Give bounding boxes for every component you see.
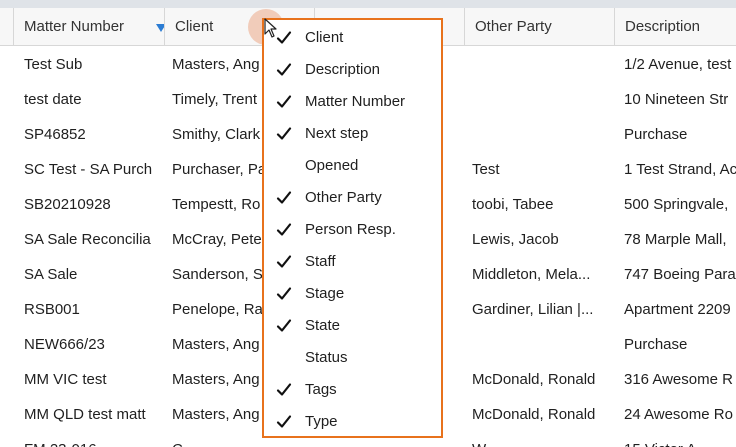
checkmark-icon (276, 63, 292, 76)
cell-matter-number: test date (24, 91, 82, 108)
menu-item-label: Person Resp. (305, 221, 396, 238)
cell-other-party: Gardiner, Lilian |... (472, 301, 594, 318)
checkmark-icon (276, 223, 292, 236)
cell-matter-number: SA Sale (24, 266, 78, 283)
cell-client: Masters, Ang (172, 406, 260, 423)
cell-description: 316 Awesome R (624, 371, 733, 388)
menu-item-label: Staff (305, 253, 336, 270)
checkmark-icon (276, 319, 292, 332)
checkmark-icon (276, 255, 292, 268)
cell-client: Penelope, Ra (172, 301, 263, 318)
column-header-matter-number[interactable]: Matter Number (13, 8, 164, 46)
cell-other-party (461, 117, 614, 152)
column-header-label: Other Party (475, 18, 552, 35)
menu-item-state[interactable]: State (264, 310, 441, 342)
sort-descending-icon[interactable] (156, 24, 164, 32)
cell-other-party: Middleton, Mela... (472, 266, 591, 283)
cell-client: Masters, Ang (172, 56, 260, 73)
cell-client: C... (161, 432, 264, 447)
menu-item-other-party[interactable]: Other Party (264, 182, 441, 214)
cell-description: Purchase (624, 126, 688, 143)
menu-item-description[interactable]: Description (264, 54, 441, 86)
cell-matter-number: SB20210928 (24, 196, 111, 213)
cell-matter-number: Test Sub (24, 56, 83, 73)
column-header-label: Client (175, 18, 214, 35)
menu-item-label: Description (305, 61, 381, 78)
menu-item-tags[interactable]: Tags (264, 374, 441, 406)
cell-description: Apartment 2209 (624, 301, 731, 318)
menu-item-stage[interactable]: Stage (264, 278, 441, 310)
cell-description: 500 Springvale, (624, 196, 729, 213)
menu-item-matter-number[interactable]: Matter Number (264, 86, 441, 118)
menu-item-label: Opened (305, 157, 359, 174)
cell-client: Tempestt, Ro (172, 196, 261, 213)
cell-client: McCray, Pete (172, 231, 262, 248)
mouse-pointer-icon (264, 18, 277, 38)
column-header-label: Description (625, 18, 701, 35)
menu-item-label: Type (305, 413, 338, 430)
cell-matter-number: SC Test - SA Purch (24, 161, 153, 178)
menu-item-client[interactable]: Client (264, 22, 441, 54)
column-chooser-menu: Client Description Matter Number Next step O… (262, 18, 443, 438)
menu-item-label: State (305, 317, 341, 334)
menu-item-status[interactable]: Status (264, 342, 441, 374)
cell-description: 24 Awesome Ro (624, 406, 733, 423)
checkmark-icon (276, 95, 292, 108)
checkmark-icon (276, 127, 292, 140)
cell-matter-number: MM QLD test matt (24, 406, 146, 423)
cell-description: 1/2 Avenue, test (624, 56, 732, 73)
cell-matter-number: MM VIC test (24, 371, 107, 388)
cell-client: Timely, Trent (172, 91, 258, 108)
menu-item-type[interactable]: Type (264, 406, 441, 438)
cell-client: Sanderson, S (172, 266, 263, 283)
menu-item-label: Client (305, 29, 344, 46)
cell-description: 10 Nineteen Str (624, 91, 729, 108)
column-header-other-party[interactable]: Other Party (464, 8, 614, 46)
checkmark-icon (276, 191, 292, 204)
cell-client: Smithy, Clark (172, 126, 261, 143)
menu-item-staff[interactable]: Staff (264, 246, 441, 278)
menu-item-label: Stage (305, 285, 345, 302)
menu-item-label: Tags (305, 381, 337, 398)
cell-client: Masters, Ang (172, 336, 260, 353)
cell-matter-number: SA Sale Reconcilia (24, 231, 151, 248)
cell-other-party: W... (461, 432, 614, 447)
cell-matter-number: FM 23-016 (13, 432, 164, 447)
cell-description: 747 Boeing Para (624, 266, 736, 283)
cell-matter-number: RSB001 (24, 301, 80, 318)
menu-item-label: Status (305, 349, 348, 366)
menu-item-label: Other Party (305, 189, 382, 206)
cell-other-party (461, 47, 614, 82)
cell-other-party: toobi, Tabee (472, 196, 554, 213)
cell-other-party (461, 327, 614, 362)
cell-description: 78 Marple Mall, (624, 231, 727, 248)
menu-item-opened[interactable]: Opened (264, 150, 441, 182)
cell-description: 1 Test Strand, Ac (624, 161, 736, 178)
menu-item-person-resp[interactable]: Person Resp. (264, 214, 441, 246)
cell-other-party: Test (472, 161, 500, 178)
cell-client: Masters, Ang (172, 371, 260, 388)
checkmark-icon (276, 287, 292, 300)
menu-item-label: Matter Number (305, 93, 406, 110)
checkmark-icon (276, 415, 292, 428)
window-top-strip (0, 0, 736, 8)
menu-item-label: Next step (305, 125, 369, 142)
cell-description: 15 Victor A... (613, 432, 736, 447)
cell-other-party: McDonald, Ronald (472, 371, 596, 388)
cell-matter-number: NEW666/23 (24, 336, 105, 353)
cell-other-party: McDonald, Ronald (472, 406, 596, 423)
checkmark-icon (276, 383, 292, 396)
cell-description: Purchase (624, 336, 688, 353)
menu-item-next-step[interactable]: Next step (264, 118, 441, 150)
cell-client: Purchaser, Pa (172, 161, 264, 178)
column-header-label: Matter Number (24, 18, 125, 35)
cell-other-party (461, 82, 614, 117)
cell-matter-number: SP46852 (24, 126, 86, 143)
column-header-description[interactable]: Description (614, 8, 736, 46)
cell-other-party: Lewis, Jacob (472, 231, 559, 248)
checkmark-icon (276, 31, 292, 44)
